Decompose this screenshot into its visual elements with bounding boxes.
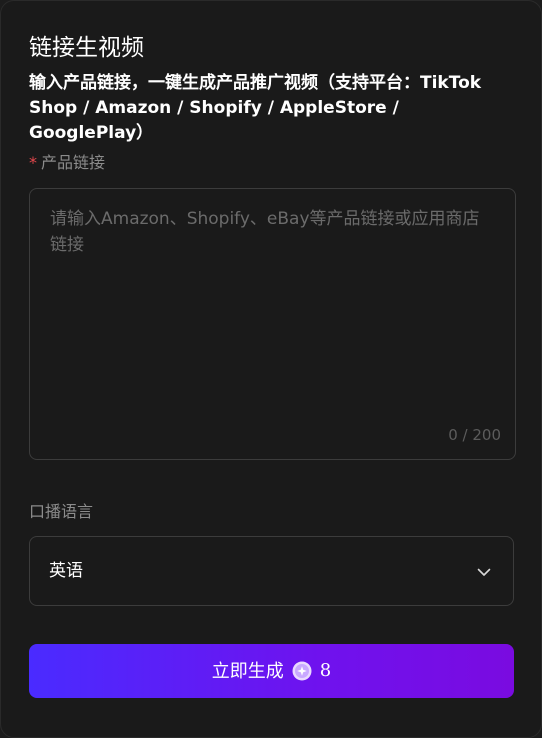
- generate-cost: 8: [319, 660, 332, 681]
- char-counter: 0 / 200: [448, 426, 501, 444]
- generate-button-content: 立即生成 8: [29, 644, 514, 698]
- link-to-video-panel: 链接生视频 输入产品链接，一键生成产品推广视频（支持平台：TikTok Shop…: [0, 0, 542, 738]
- page-subtitle: 输入产品链接，一键生成产品推广视频（支持平台：TikTok Shop / Ama…: [29, 73, 482, 143]
- voice-language-select[interactable]: 英语: [29, 536, 514, 606]
- coin-icon: [292, 661, 312, 681]
- generate-button-label: 立即生成: [211, 661, 284, 681]
- generate-button[interactable]: 立即生成 8: [29, 644, 514, 698]
- chevron-down-icon: [477, 568, 491, 576]
- page-title: 链接生视频: [29, 35, 144, 61]
- product-link-input[interactable]: [30, 189, 515, 459]
- required-mark: *: [29, 153, 37, 172]
- voice-language-value: 英语: [49, 561, 83, 581]
- product-link-label: * 产品链接: [29, 151, 105, 175]
- product-link-field: 0 / 200: [29, 188, 516, 460]
- product-link-label-text: 产品链接: [41, 153, 106, 172]
- voice-language-label: 口播语言: [29, 502, 94, 521]
